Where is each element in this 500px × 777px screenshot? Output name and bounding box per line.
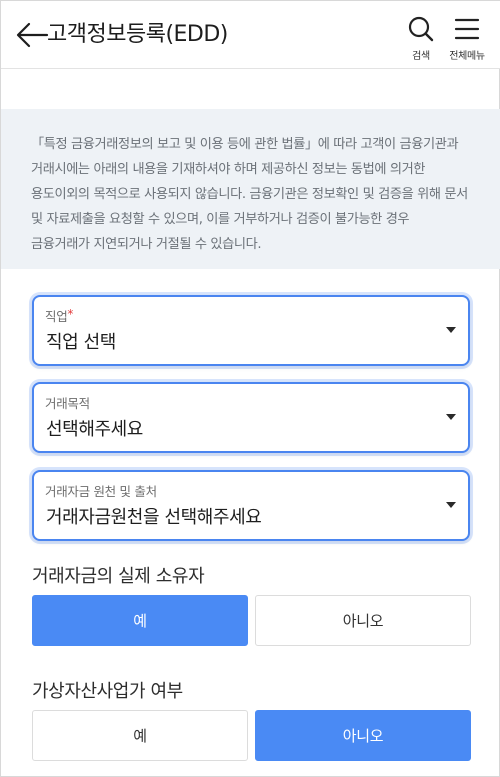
search-label: 검색 bbox=[412, 51, 430, 62]
fund-source-select[interactable]: 거래자금 원천 및 출처 거래자금원천을 선택해주세요 bbox=[32, 470, 470, 541]
required-mark: * bbox=[67, 307, 74, 321]
beneficial-owner-title: 거래자금의 실제 소유자 bbox=[32, 566, 205, 587]
job-select[interactable]: 직업* 직업 선택 bbox=[32, 295, 470, 366]
job-value: 직업 선택 bbox=[46, 332, 116, 353]
page-title: 고객정보등록(EDD) bbox=[47, 22, 228, 47]
menu-button[interactable]: 전체메뉴 bbox=[444, 15, 490, 67]
chevron-down-icon bbox=[446, 414, 456, 420]
menu-label: 전체메뉴 bbox=[449, 51, 485, 62]
hamburger-menu-icon bbox=[454, 18, 480, 40]
owner-no-button[interactable]: 아니오 bbox=[255, 595, 471, 646]
vasp-yes-button[interactable]: 예 bbox=[32, 710, 248, 761]
back-button[interactable] bbox=[15, 20, 49, 50]
fund-source-value: 거래자금원천을 선택해주세요 bbox=[46, 507, 262, 528]
chevron-down-icon bbox=[446, 327, 456, 333]
chevron-down-icon bbox=[446, 502, 456, 508]
app-header: 고객정보등록(EDD) 검색 전체메뉴 bbox=[1, 1, 500, 69]
owner-yes-button[interactable]: 예 bbox=[32, 595, 248, 646]
search-icon bbox=[408, 16, 434, 42]
search-button[interactable]: 검색 bbox=[398, 15, 444, 67]
purpose-select[interactable]: 거래목적 선택해주세요 bbox=[32, 382, 470, 453]
purpose-value: 선택해주세요 bbox=[46, 419, 143, 440]
arrow-left-icon bbox=[16, 22, 49, 48]
legal-notice: 「특정 금융거래정보의 보고 및 이용 등에 관한 법률」에 따라 고객이 금융… bbox=[1, 109, 500, 269]
vasp-title: 가상자산사업가 여부 bbox=[32, 681, 183, 702]
fund-source-label: 거래자금 원천 및 출처 bbox=[45, 484, 157, 499]
job-label: 직업* bbox=[45, 307, 74, 324]
purpose-label: 거래목적 bbox=[45, 396, 90, 411]
vasp-no-button[interactable]: 아니오 bbox=[255, 710, 471, 761]
